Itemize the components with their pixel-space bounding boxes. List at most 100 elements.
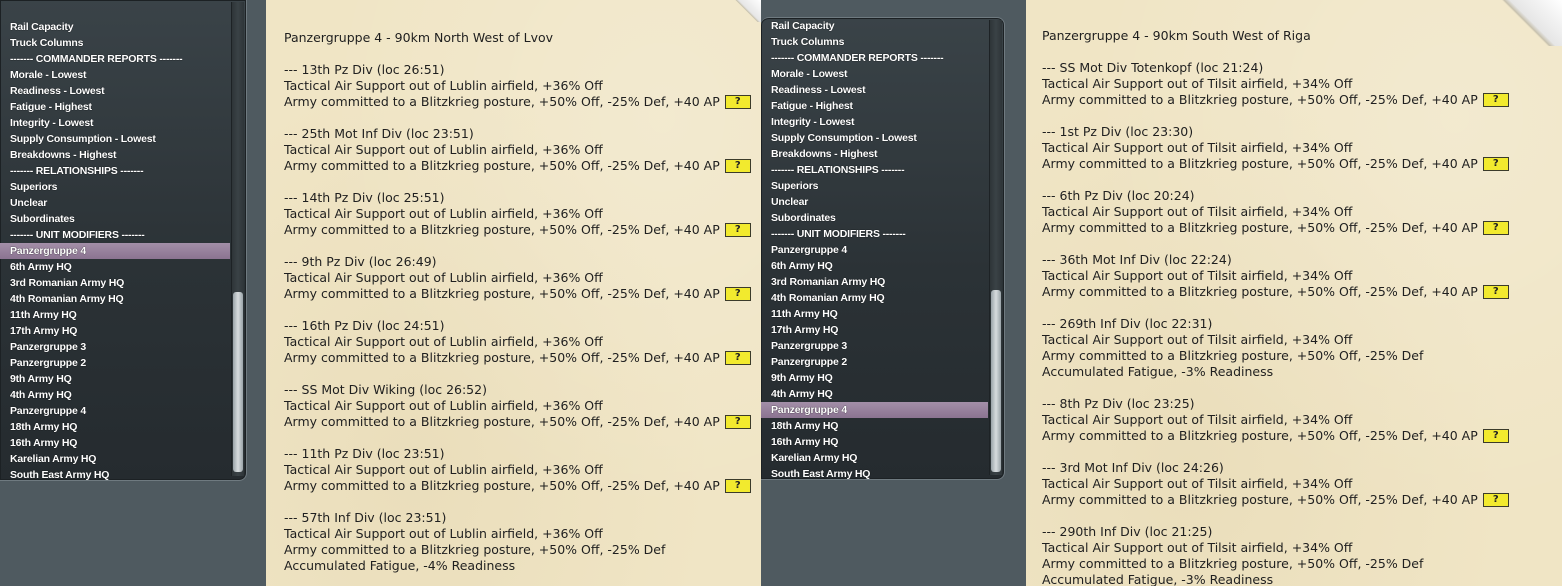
help-button[interactable]: ? [1482, 428, 1509, 443]
menu-item-south-east-army-hq[interactable]: South East Army HQ [761, 466, 988, 479]
report-entry: --- 6th Pz Div (loc 20:24) Tactical Air … [1042, 188, 1509, 236]
report-menu-panel: Rail Capacity Truck Columns ------- COMM… [0, 0, 247, 481]
menu-item-integrity-lowest[interactable]: Integrity - Lowest [761, 114, 988, 130]
menu-item-17th-army-hq[interactable]: 17th Army HQ [0, 323, 230, 339]
menu-item-karelian-army-hq[interactable]: Karelian Army HQ [0, 451, 230, 467]
menu-item-panzergruppe-3[interactable]: Panzergruppe 3 [761, 338, 988, 354]
menu-item-rail-capacity[interactable]: Rail Capacity [0, 19, 230, 35]
menu-item-breakdowns-highest[interactable]: Breakdowns - Highest [0, 147, 230, 163]
menu-item-11th-army-hq[interactable]: 11th Army HQ [0, 307, 230, 323]
menu-item-karelian-army-hq[interactable]: Karelian Army HQ [761, 450, 988, 466]
menu-item-superiors[interactable]: Superiors [0, 179, 230, 195]
menu-item-rail-capacity[interactable]: Rail Capacity [761, 18, 988, 34]
menu-scrollbar-thumb[interactable] [233, 292, 243, 472]
menu-item-11th-army-hq[interactable]: 11th Army HQ [761, 306, 988, 322]
entry-modifier-row: Army committed to a Blitzkrieg posture, … [1042, 92, 1509, 108]
menu-item-fatigue-highest[interactable]: Fatigue - Highest [0, 99, 230, 115]
help-button[interactable]: ? [724, 222, 751, 237]
entry-modifier: Tactical Air Support out of Tilsit airfi… [1042, 268, 1353, 283]
help-button[interactable]: ? [724, 414, 751, 429]
menu-item-4th-army-hq[interactable]: 4th Army HQ [761, 386, 988, 402]
entry-header: --- 269th Inf Div (loc 22:31) [1042, 316, 1213, 331]
menu-item-readiness-lowest[interactable]: Readiness - Lowest [0, 83, 230, 99]
menu-item-panzergruppe-3[interactable]: Panzergruppe 3 [0, 339, 230, 355]
report-menu: Rail Capacity Truck Columns ------- COMM… [0, 19, 230, 480]
menu-item-6th-army-hq[interactable]: 6th Army HQ [0, 259, 230, 275]
entry-modifier: Tactical Air Support out of Lublin airfi… [284, 206, 603, 221]
menu-item-panzergruppe-4-selected[interactable]: Panzergruppe 4 [761, 402, 988, 418]
report-entry: --- 16th Pz Div (loc 24:51) Tactical Air… [284, 318, 751, 366]
menu-scrollbar[interactable] [231, 2, 244, 476]
menu-item-supply-consumption-lowest[interactable]: Supply Consumption - Lowest [0, 131, 230, 147]
menu-item-subordinates[interactable]: Subordinates [0, 211, 230, 227]
menu-item-fatigue-highest[interactable]: Fatigue - Highest [761, 98, 988, 114]
menu-item-subordinates[interactable]: Subordinates [761, 210, 988, 226]
help-button[interactable]: ? [724, 286, 751, 301]
report-entry: --- 3rd Mot Inf Div (loc 24:26) Tactical… [1042, 460, 1509, 508]
entry-modifier: Accumulated Fatigue, -3% Readiness [1042, 572, 1274, 586]
help-button[interactable]: ? [1482, 492, 1509, 507]
menu-item-16th-army-hq[interactable]: 16th Army HQ [0, 435, 230, 451]
entry-modifier-row: Army committed to a Blitzkrieg posture, … [1042, 284, 1509, 300]
menu-item-integrity-lowest[interactable]: Integrity - Lowest [0, 115, 230, 131]
menu-item-panzergruppe-2[interactable]: Panzergruppe 2 [0, 355, 230, 371]
entry-modifier: Tactical Air Support out of Tilsit airfi… [1042, 540, 1353, 555]
report-entry: --- 8th Pz Div (loc 23:25) Tactical Air … [1042, 396, 1509, 444]
entry-modifier: Tactical Air Support out of Tilsit airfi… [1042, 476, 1353, 491]
help-button[interactable]: ? [724, 94, 751, 109]
help-button[interactable]: ? [1482, 156, 1509, 171]
menu-item-18th-army-hq[interactable]: 18th Army HQ [0, 419, 230, 435]
report-menu: Rail Capacity Truck Columns ------- COMM… [761, 18, 988, 479]
menu-item-truck-columns[interactable]: Truck Columns [0, 35, 230, 51]
menu-item-unclear[interactable]: Unclear [761, 194, 988, 210]
menu-scrollbar-thumb[interactable] [991, 290, 1001, 472]
menu-item-4th-romanian-army-hq[interactable]: 4th Romanian Army HQ [761, 290, 988, 306]
help-button[interactable]: ? [724, 478, 751, 493]
menu-item-readiness-lowest[interactable]: Readiness - Lowest [761, 82, 988, 98]
menu-item-panzergruppe-4-selected[interactable]: Panzergruppe 4 [0, 243, 230, 259]
help-button[interactable]: ? [724, 350, 751, 365]
menu-item-morale-lowest[interactable]: Morale - Lowest [761, 66, 988, 82]
entry-modifier-row: Army committed to a Blitzkrieg posture, … [284, 478, 751, 494]
menu-item-17th-army-hq[interactable]: 17th Army HQ [761, 322, 988, 338]
menu-item-south-east-army-hq[interactable]: South East Army HQ [0, 467, 230, 480]
menu-item-panzergruppe-4[interactable]: Panzergruppe 4 [761, 242, 988, 258]
menu-item-truck-columns[interactable]: Truck Columns [761, 34, 988, 50]
menu-item-16th-army-hq[interactable]: 16th Army HQ [761, 434, 988, 450]
menu-item-superiors[interactable]: Superiors [761, 178, 988, 194]
menu-item-6th-army-hq[interactable]: 6th Army HQ [761, 258, 988, 274]
report-entry: --- 11th Pz Div (loc 23:51) Tactical Air… [284, 446, 751, 494]
right-screen: Rail Capacity Truck Columns ------- COMM… [761, 0, 1562, 586]
menu-item-4th-army-hq[interactable]: 4th Army HQ [0, 387, 230, 403]
entry-modifier: Army committed to a Blitzkrieg posture, … [1042, 156, 1478, 171]
unit-modifier-report: Panzergruppe 4 - 90km South West of Riga… [1042, 28, 1509, 586]
menu-item-3rd-romanian-army-hq[interactable]: 3rd Romanian Army HQ [761, 274, 988, 290]
menu-item-18th-army-hq[interactable]: 18th Army HQ [761, 418, 988, 434]
entry-header: --- 6th Pz Div (loc 20:24) [1042, 188, 1195, 203]
entry-modifier: Army committed to a Blitzkrieg posture, … [1042, 92, 1478, 107]
help-button[interactable]: ? [1482, 92, 1509, 107]
menu-item-panzergruppe-2[interactable]: Panzergruppe 2 [761, 354, 988, 370]
menu-scrollbar[interactable] [989, 20, 1002, 475]
entry-modifier-row: Army committed to a Blitzkrieg posture, … [284, 414, 751, 430]
menu-item-unclear[interactable]: Unclear [0, 195, 230, 211]
report-entry: --- 14th Pz Div (loc 25:51) Tactical Air… [284, 190, 751, 238]
entry-header: --- 3rd Mot Inf Div (loc 24:26) [1042, 460, 1224, 475]
entry-modifier-row: Army committed to a Blitzkrieg posture, … [284, 222, 751, 238]
help-button[interactable]: ? [1482, 220, 1509, 235]
menu-item-9th-army-hq[interactable]: 9th Army HQ [761, 370, 988, 386]
entry-modifier: Tactical Air Support out of Lublin airfi… [284, 142, 603, 157]
entry-header: --- 290th Inf Div (loc 21:25) [1042, 524, 1213, 539]
help-button[interactable]: ? [1482, 284, 1509, 299]
menu-item-breakdowns-highest[interactable]: Breakdowns - Highest [761, 146, 988, 162]
entry-header: --- 9th Pz Div (loc 26:49) [284, 254, 437, 269]
report-title: Panzergruppe 4 - 90km North West of Lvov [284, 30, 554, 45]
menu-item-4th-romanian-army-hq[interactable]: 4th Romanian Army HQ [0, 291, 230, 307]
menu-item-supply-consumption-lowest[interactable]: Supply Consumption - Lowest [761, 130, 988, 146]
menu-item-morale-lowest[interactable]: Morale - Lowest [0, 67, 230, 83]
menu-item-panzergruppe-4[interactable]: Panzergruppe 4 [0, 403, 230, 419]
report-entry: --- 1st Pz Div (loc 23:30) Tactical Air … [1042, 124, 1509, 172]
help-button[interactable]: ? [724, 158, 751, 173]
menu-item-3rd-romanian-army-hq[interactable]: 3rd Romanian Army HQ [0, 275, 230, 291]
menu-item-9th-army-hq[interactable]: 9th Army HQ [0, 371, 230, 387]
